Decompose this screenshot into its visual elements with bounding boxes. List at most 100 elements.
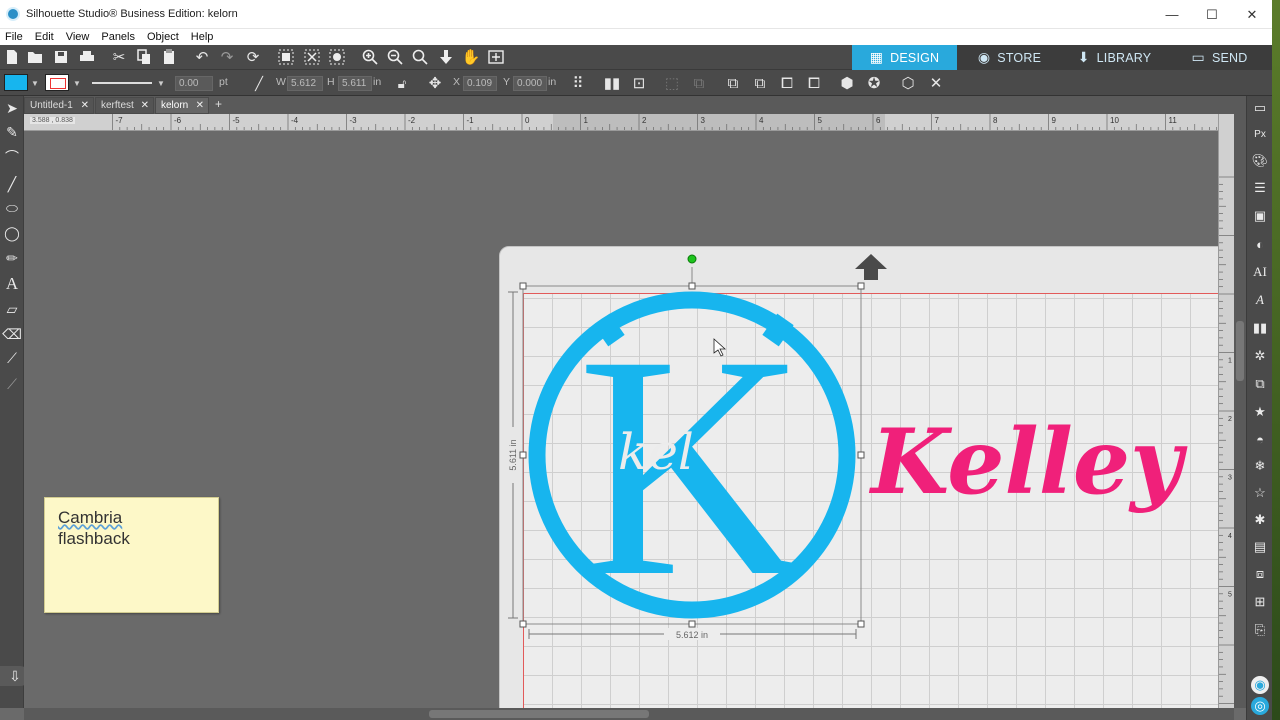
- delete-icon[interactable]: ✕: [927, 74, 945, 92]
- resize-handle-b[interactable]: [688, 620, 696, 628]
- resize-handle-l[interactable]: [519, 451, 527, 459]
- resize-handle-tr[interactable]: [857, 282, 865, 290]
- align-panel-icon[interactable]: ▮▮: [1250, 318, 1270, 338]
- open-folder-icon[interactable]: [26, 48, 44, 66]
- send-backward-icon[interactable]: ⧠: [805, 74, 823, 92]
- bring-forward-icon[interactable]: ⧠: [778, 74, 796, 92]
- 3d-box-icon[interactable]: ⬡: [899, 74, 917, 92]
- pixscan-icon[interactable]: Px: [1250, 124, 1270, 144]
- curve-tool-icon[interactable]: ⌒: [2, 147, 22, 167]
- resize-handle-br[interactable]: [857, 620, 865, 628]
- bring-to-front-icon[interactable]: ⧉: [724, 74, 742, 92]
- cut-icon[interactable]: ✂: [110, 48, 128, 66]
- doc-tab-kelorn[interactable]: kelorn ✕: [155, 97, 209, 114]
- nesting-icon[interactable]: ⧈: [1250, 564, 1270, 584]
- width-field[interactable]: 5.612: [287, 76, 323, 91]
- print-icon[interactable]: [78, 48, 96, 66]
- new-document-icon[interactable]: [3, 48, 21, 66]
- select-by-color-icon[interactable]: [328, 48, 346, 66]
- pan-hand-icon[interactable]: ✋: [462, 48, 481, 66]
- offset-icon[interactable]: ◓: [1250, 429, 1270, 449]
- circle-tool-icon[interactable]: ◯: [2, 223, 22, 243]
- tab-store[interactable]: ◉ STORE: [957, 45, 1062, 70]
- text-style-icon[interactable]: A: [1250, 290, 1270, 310]
- rotate-handle[interactable]: [687, 254, 697, 264]
- resize-handle-tl[interactable]: [519, 282, 527, 290]
- maximize-button[interactable]: ☐: [1192, 0, 1232, 29]
- rhinestone-icon[interactable]: ☆: [1250, 483, 1270, 503]
- help-icon[interactable]: ◉: [1251, 676, 1269, 694]
- lock-aspect-icon[interactable]: 🔓︎: [393, 74, 411, 92]
- center-page-icon[interactable]: ⊡: [630, 74, 648, 92]
- menu-panels[interactable]: Panels: [96, 31, 142, 43]
- eraser-tool-icon[interactable]: ⌫: [2, 324, 22, 344]
- pencil-tool-icon[interactable]: ✏: [2, 248, 22, 268]
- page-setup-icon[interactable]: ▭: [1250, 98, 1270, 118]
- line-panel-icon[interactable]: ☰: [1250, 178, 1270, 198]
- line-style-dropdown-icon[interactable]: ▼: [157, 79, 165, 88]
- menu-object[interactable]: Object: [142, 31, 186, 43]
- close-tab-icon[interactable]: ✕: [196, 100, 204, 111]
- trace-icon[interactable]: ❄: [1250, 456, 1270, 476]
- save-icon[interactable]: [52, 48, 70, 66]
- transparency-icon[interactable]: ◐: [1250, 234, 1270, 254]
- layers-icon[interactable]: ▤: [1250, 537, 1270, 557]
- minimize-button[interactable]: —: [1152, 0, 1192, 29]
- line-tool-icon[interactable]: ╱: [250, 74, 268, 92]
- text-tool-icon[interactable]: A: [2, 274, 22, 294]
- replicate-icon[interactable]: ⧉: [1250, 374, 1270, 394]
- zoom-in-icon[interactable]: [361, 48, 379, 66]
- sketch-icon[interactable]: ✱: [1250, 510, 1270, 530]
- move-icon[interactable]: ✥: [426, 74, 444, 92]
- send-to-back-icon[interactable]: ⧉: [751, 74, 769, 92]
- resize-handle-r[interactable]: [857, 451, 865, 459]
- eyedropper-tool-icon[interactable]: ⟋: [2, 348, 22, 368]
- fit-page-icon[interactable]: [487, 48, 505, 66]
- menu-help[interactable]: Help: [186, 31, 221, 43]
- favorite-star-icon[interactable]: ✪: [865, 74, 883, 92]
- tab-design[interactable]: ▦ DESIGN: [852, 45, 957, 70]
- refresh-icon[interactable]: ⟳: [244, 48, 262, 66]
- vertical-scroll-thumb[interactable]: [1236, 321, 1244, 381]
- deselect-icon[interactable]: [303, 48, 321, 66]
- text-panel-icon[interactable]: AI: [1250, 262, 1270, 282]
- design-canvas[interactable]: Cambria flashback K kel Kelley 5.612 in …: [24, 131, 1218, 708]
- tab-library[interactable]: ⬇ LIBRARY: [1062, 45, 1167, 70]
- menu-view[interactable]: View: [61, 31, 97, 43]
- line-color-swatch[interactable]: [45, 74, 69, 91]
- line-width-field[interactable]: 0.00: [175, 76, 213, 91]
- group-icon[interactable]: ⬚: [663, 74, 681, 92]
- vertical-scrollbar[interactable]: [1234, 96, 1246, 708]
- select-arrow-icon[interactable]: ➤: [2, 98, 22, 118]
- fill-color-swatch[interactable]: [4, 74, 28, 91]
- export-icon[interactable]: ⎘: [1250, 620, 1270, 640]
- zoom-fit-icon[interactable]: [437, 48, 455, 66]
- fill-dropdown-icon[interactable]: ▼: [31, 79, 39, 88]
- library-panel-icon[interactable]: ⊞: [1250, 592, 1270, 612]
- resize-handle-bl[interactable]: [519, 620, 527, 628]
- zoom-select-icon[interactable]: [411, 48, 429, 66]
- ungroup-icon[interactable]: ⧉: [690, 74, 708, 92]
- align-icon[interactable]: ▮▮: [603, 74, 621, 92]
- modify-icon[interactable]: ★: [1250, 402, 1270, 422]
- menu-edit[interactable]: Edit: [30, 31, 61, 43]
- doc-tab-kerftest[interactable]: kerftest ✕: [95, 97, 154, 114]
- point-edit-icon[interactable]: ✎: [2, 122, 22, 142]
- fill-panel-icon[interactable]: 🎨︎: [1250, 151, 1270, 171]
- monogram-group[interactable]: K kel: [528, 290, 856, 642]
- weld-icon[interactable]: ⬢: [838, 74, 856, 92]
- image-panel-icon[interactable]: ▣: [1250, 206, 1270, 226]
- brush-tool-icon[interactable]: ⟋: [2, 374, 22, 394]
- close-tab-icon[interactable]: ✕: [81, 100, 89, 111]
- horizontal-scroll-thumb[interactable]: [429, 710, 649, 718]
- add-tab-button[interactable]: +: [215, 97, 222, 111]
- grid-dots-icon[interactable]: ⠿: [569, 74, 587, 92]
- undo-icon[interactable]: ↶: [193, 48, 211, 66]
- line-color-dropdown-icon[interactable]: ▼: [73, 79, 81, 88]
- close-tab-icon[interactable]: ✕: [141, 100, 149, 111]
- line-style-selector[interactable]: [92, 82, 152, 84]
- menu-file[interactable]: File: [0, 31, 30, 43]
- height-field[interactable]: 5.611: [338, 76, 372, 91]
- y-position-field[interactable]: 0.000: [513, 76, 547, 91]
- close-window-button[interactable]: ✕: [1232, 0, 1272, 29]
